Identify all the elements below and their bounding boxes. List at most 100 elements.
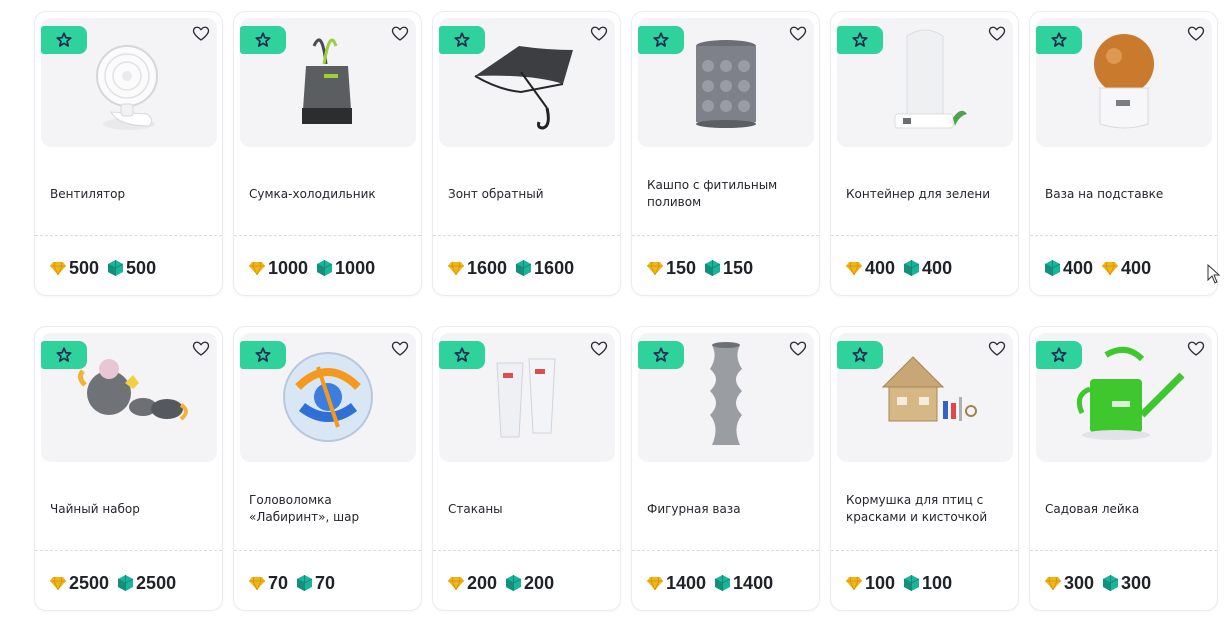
product-card[interactable]: Сумка-холодильник 1000 1000 [233,11,422,296]
price-row: 100 100 [846,571,961,595]
featured-star-badge [41,341,87,369]
card-divider [632,550,819,551]
favorite-heart-icon[interactable] [192,340,210,358]
product-card[interactable]: Стаканы 200 200 [432,326,621,611]
product-title[interactable]: Зонт обратный [448,164,610,224]
featured-star-badge [1036,341,1082,369]
price-value: 400 [865,257,896,278]
favorite-heart-icon[interactable] [789,25,807,43]
product-card[interactable]: Чайный набор 2500 2500 [34,326,223,611]
price-value: 100 [922,572,953,593]
gem-currency-icon [904,575,920,591]
featured-star-badge [837,341,883,369]
product-card[interactable]: Вентилятор 500 500 [34,11,223,296]
product-title[interactable]: Фигурная ваза [647,479,809,539]
favorite-heart-icon[interactable] [1187,25,1205,43]
product-card[interactable]: Кашпо с фитильным поливом 150 150 [631,11,820,296]
product-title[interactable]: Чайный набор [50,479,212,539]
gem-currency-icon [506,575,522,591]
favorite-heart-icon[interactable] [590,340,608,358]
card-divider [831,235,1018,236]
price-row: 400 400 [1045,256,1160,280]
price-value: 1000 [335,257,376,278]
card-divider [35,235,222,236]
price-row: 300 300 [1045,571,1160,595]
price-value: 400 [922,257,953,278]
gem-currency-icon [297,575,313,591]
star-icon [55,31,73,49]
favorite-heart-icon[interactable] [988,340,1006,358]
price-value: 200 [467,572,498,593]
gem-currency-icon [317,260,333,276]
price-value: 150 [723,257,754,278]
product-title[interactable]: Контейнер для зелени [846,164,1008,224]
price-row: 1400 1400 [647,571,782,595]
price-row: 150 150 [647,256,762,280]
product-card[interactable]: Головоломка «Лабиринт», шар 70 70 [233,326,422,611]
product-title[interactable]: Ваза на подставке [1045,164,1207,224]
price-value: 2500 [69,572,110,593]
diamond-currency-icon [846,576,862,590]
star-icon [851,31,869,49]
favorite-heart-icon[interactable] [988,25,1006,43]
diamond-currency-icon [1102,261,1119,275]
featured-star-badge [638,341,684,369]
price-value: 500 [126,257,157,278]
product-title-text: Стаканы [448,501,503,516]
card-divider [35,550,222,551]
product-title[interactable]: Садовая лейка [1045,479,1207,539]
favorite-heart-icon[interactable] [1187,340,1205,358]
diamond-currency-icon [1045,576,1061,590]
product-title[interactable]: Головоломка «Лабиринт», шар [249,479,411,539]
price-row: 500 500 [50,256,165,280]
gem-currency-icon [108,260,124,276]
price-value: 1000 [268,257,309,278]
featured-star-badge [439,26,485,54]
mouse-cursor-icon [1207,264,1221,284]
star-icon [254,346,272,364]
card-divider [234,550,421,551]
gem-currency-icon [715,575,731,591]
product-card[interactable]: Фигурная ваза 1400 1400 [631,326,820,611]
gem-currency-icon [118,575,134,591]
product-card[interactable]: Садовая лейка 300 300 [1029,326,1218,611]
product-card[interactable]: Контейнер для зелени 400 400 [830,11,1019,296]
price-row: 1000 1000 [249,256,384,280]
diamond-currency-icon [647,576,663,590]
star-icon [453,346,471,364]
diamond-currency-icon [249,261,265,275]
star-icon [851,346,869,364]
product-title-text: Сумка-холодильник [249,186,376,201]
product-title-text: Чайный набор [50,501,140,516]
product-title[interactable]: Кормушка для птиц с красками и кисточкой [846,479,1008,539]
star-icon [652,346,670,364]
card-divider [433,235,620,236]
product-card[interactable]: Ваза на подставке 400 400 [1029,11,1218,296]
star-icon [652,31,670,49]
favorite-heart-icon[interactable] [590,25,608,43]
product-title-text: Кормушка для птиц с красками и кисточкой [846,493,988,524]
gem-currency-icon [705,260,721,276]
card-divider [433,550,620,551]
product-title[interactable]: Вентилятор [50,164,212,224]
product-card[interactable]: Зонт обратный 1600 1600 [432,11,621,296]
price-value: 500 [69,257,100,278]
favorite-heart-icon[interactable] [789,340,807,358]
product-card[interactable]: Кормушка для птиц с красками и кисточкой… [830,326,1019,611]
product-title-text: Головоломка «Лабиринт», шар [249,493,360,524]
diamond-currency-icon [846,261,862,275]
price-value: 1600 [534,257,575,278]
product-title[interactable]: Стаканы [448,479,610,539]
price-value: 400 [1063,257,1094,278]
favorite-heart-icon[interactable] [391,340,409,358]
price-value: 1400 [733,572,774,593]
diamond-currency-icon [448,261,464,275]
product-title[interactable]: Сумка-холодильник [249,164,411,224]
product-title[interactable]: Кашпо с фитильным поливом [647,164,809,224]
favorite-heart-icon[interactable] [192,25,210,43]
product-title-text: Садовая лейка [1045,501,1140,516]
price-row: 400 400 [846,256,961,280]
favorite-heart-icon[interactable] [391,25,409,43]
product-title-text: Зонт обратный [448,186,544,201]
price-value: 200 [524,572,555,593]
